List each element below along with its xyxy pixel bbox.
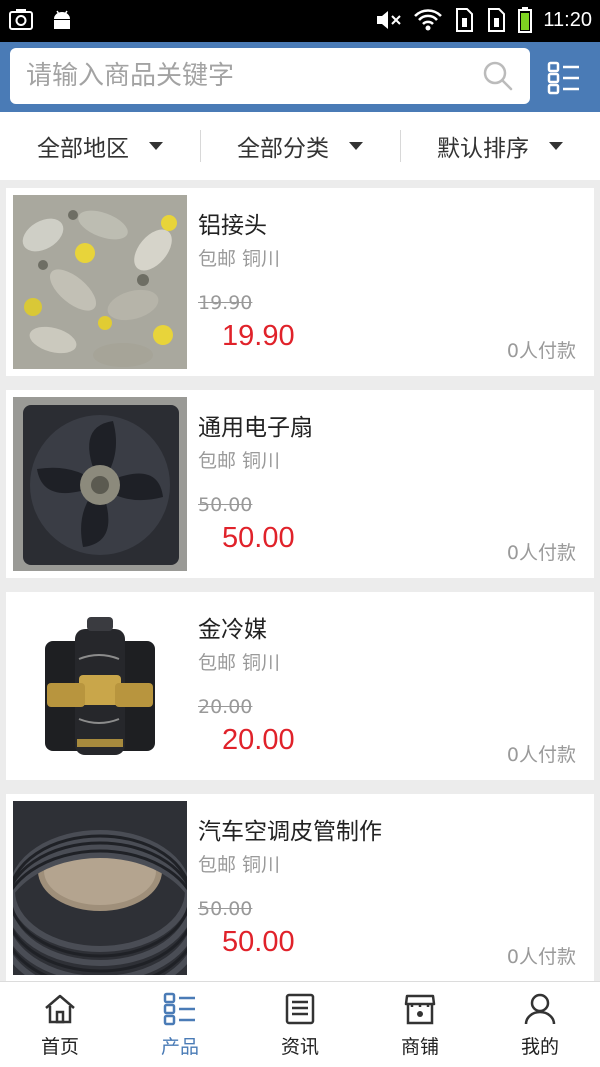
- caret-down-icon: [149, 142, 163, 150]
- product-original-price: 19.90: [198, 292, 253, 314]
- nav-profile[interactable]: 我的: [480, 982, 600, 1067]
- bottom-nav: 首页 产品 资讯 商铺 我的: [0, 981, 600, 1067]
- wifi-icon: [414, 9, 443, 31]
- search-box[interactable]: [10, 48, 530, 104]
- product-card[interactable]: 铝接头 包邮 铜川 19.90 19.90 0人付款: [6, 188, 594, 376]
- product-original-price: 50.00: [198, 898, 253, 920]
- product-image[interactable]: [13, 397, 187, 571]
- product-card[interactable]: 通用电子扇 包邮 铜川 50.00 50.00 0人付款: [6, 390, 594, 578]
- product-title[interactable]: 铝接头: [198, 206, 267, 240]
- product-original-price: 20.00: [198, 696, 253, 718]
- filter-label: 全部分类: [237, 136, 329, 162]
- product-title[interactable]: 通用电子扇: [198, 408, 313, 442]
- search-input[interactable]: [26, 58, 466, 94]
- product-price: 50.00: [222, 522, 295, 554]
- list-view-toggle-icon[interactable]: [546, 60, 582, 96]
- status-time: 11:20: [543, 8, 592, 31]
- caret-down-icon: [349, 142, 363, 150]
- sim1-icon: [456, 8, 474, 32]
- search-icon[interactable]: [482, 60, 514, 92]
- filter-region[interactable]: 全部地区: [0, 112, 200, 180]
- status-bar: 11:20: [0, 0, 600, 42]
- filter-category[interactable]: 全部分类: [200, 112, 400, 180]
- nav-home[interactable]: 首页: [0, 982, 120, 1067]
- caret-down-icon: [549, 142, 563, 150]
- nav-shops[interactable]: 商铺: [360, 982, 480, 1067]
- android-icon: [54, 10, 70, 29]
- product-list: 铝接头 包邮 铜川 19.90 19.90 0人付款 通用电子扇 包邮 铜川 5…: [6, 188, 594, 996]
- nav-label: 我的: [520, 1036, 559, 1058]
- product-shipping-location: 包邮 铜川: [198, 450, 281, 472]
- home-icon: [45, 994, 75, 1024]
- nav-news[interactable]: 资讯: [240, 982, 360, 1067]
- product-shipping-location: 包邮 铜川: [198, 248, 281, 270]
- shop-icon: [404, 994, 436, 1025]
- product-card[interactable]: 汽车空调皮管制作 包邮 铜川 50.00 50.00 0人付款: [6, 794, 594, 982]
- product-sales-count: 0人付款: [506, 542, 576, 564]
- search-header: [0, 42, 600, 112]
- sim2-icon: [488, 8, 506, 32]
- nav-label: 产品: [160, 1036, 199, 1058]
- filter-label: 全部地区: [37, 136, 129, 162]
- filter-bar: 全部地区 全部分类 默认排序: [0, 112, 600, 180]
- product-sales-count: 0人付款: [506, 946, 576, 968]
- product-title[interactable]: 金冷媒: [198, 610, 267, 644]
- product-shipping-location: 包邮 铜川: [198, 854, 281, 876]
- news-icon: [285, 993, 315, 1025]
- screenshot-icon: [9, 9, 33, 30]
- product-card[interactable]: 金冷媒 包邮 铜川 20.00 20.00 0人付款: [6, 592, 594, 780]
- product-image[interactable]: [13, 599, 187, 773]
- nav-label: 首页: [40, 1036, 79, 1058]
- filter-label: 默认排序: [437, 136, 529, 162]
- product-price: 20.00: [222, 724, 295, 756]
- product-image[interactable]: [13, 195, 187, 369]
- mute-icon: [377, 11, 402, 29]
- filter-sort[interactable]: 默认排序: [400, 112, 600, 180]
- product-sales-count: 0人付款: [506, 744, 576, 766]
- nav-label: 商铺: [400, 1036, 439, 1058]
- product-title[interactable]: 汽车空调皮管制作: [198, 812, 382, 846]
- product-sales-count: 0人付款: [506, 340, 576, 362]
- nav-products[interactable]: 产品: [120, 982, 240, 1067]
- product-shipping-location: 包邮 铜川: [198, 652, 281, 674]
- battery-icon: [518, 7, 533, 33]
- user-icon: [524, 993, 556, 1025]
- product-grid-icon: [163, 992, 195, 1026]
- product-image[interactable]: [13, 801, 187, 975]
- product-price: 19.90: [222, 320, 295, 352]
- product-original-price: 50.00: [198, 494, 253, 516]
- nav-label: 资讯: [280, 1036, 319, 1058]
- product-price: 50.00: [222, 926, 295, 958]
